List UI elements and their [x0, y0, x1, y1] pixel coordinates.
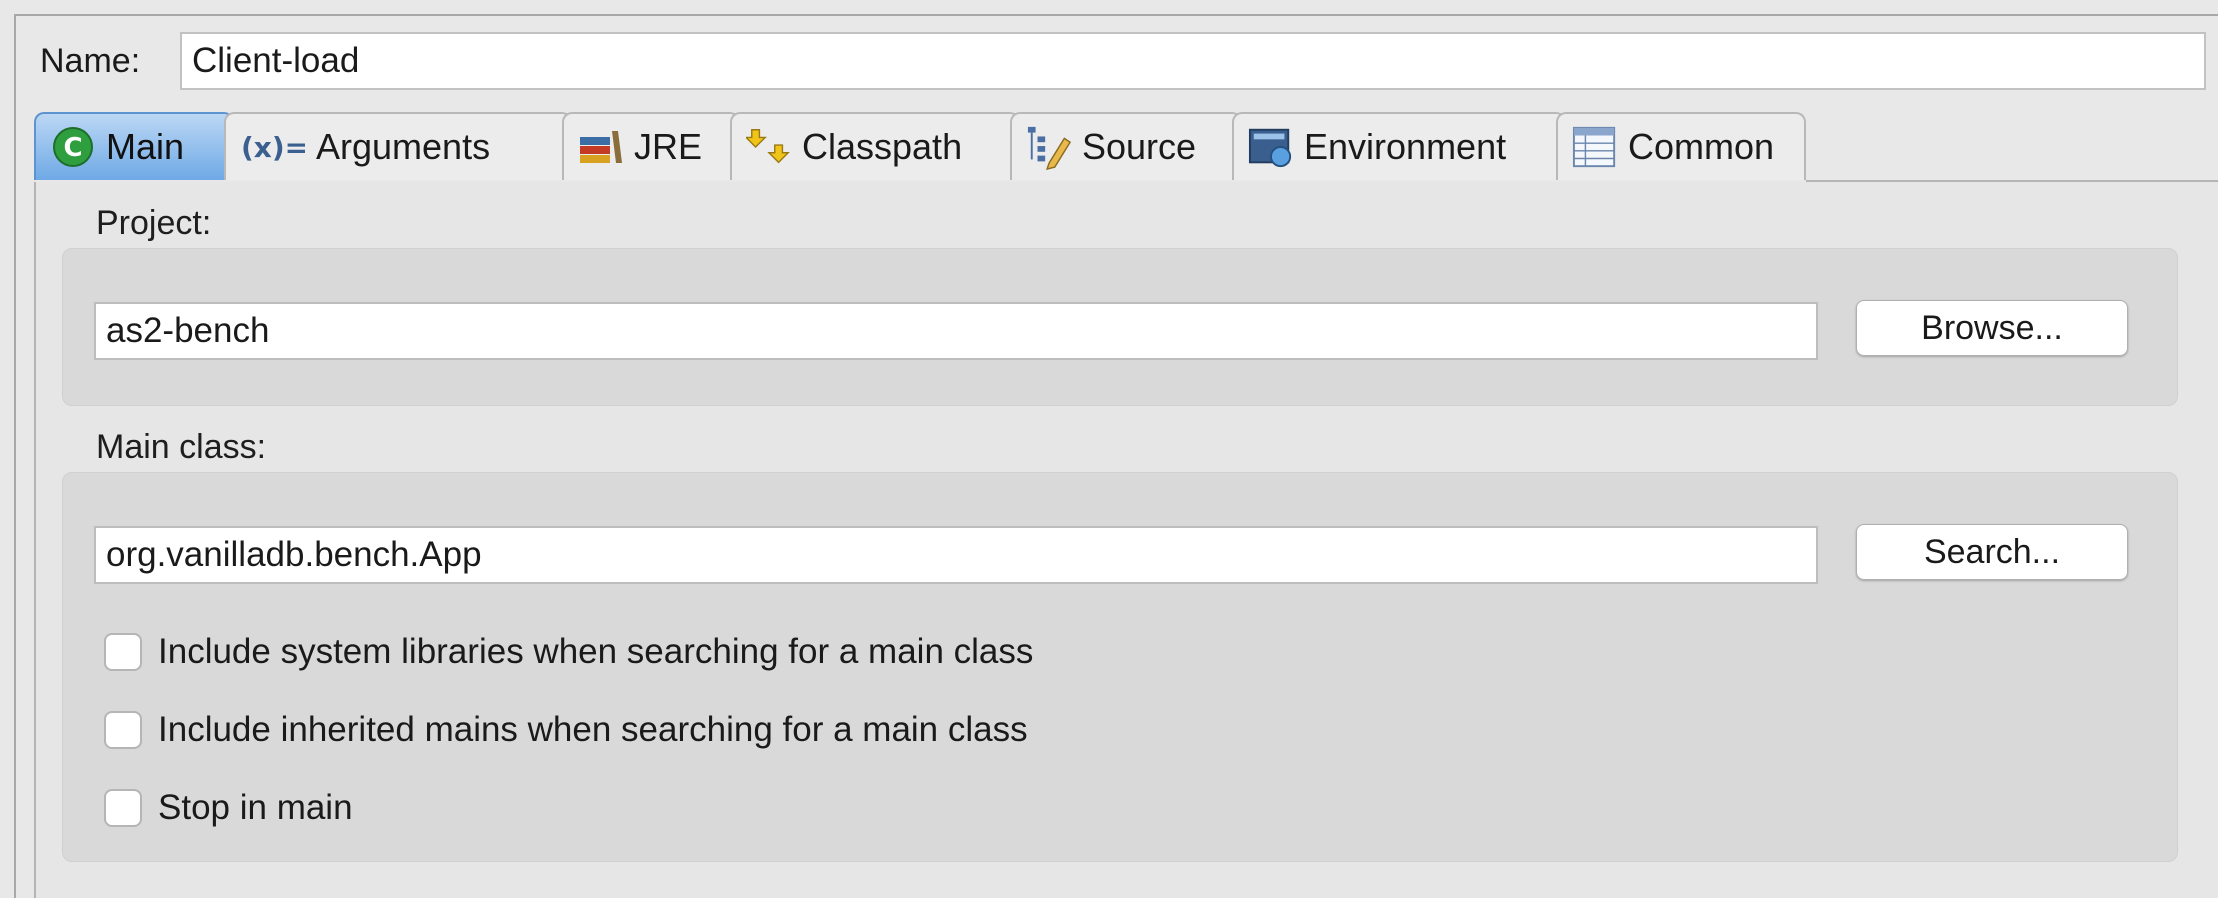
- tab-environment-label: Environment: [1304, 126, 1507, 167]
- jre-books-icon: [578, 124, 624, 170]
- stop-in-main-label: Stop in main: [158, 788, 353, 827]
- include-system-libraries-option[interactable]: Include system libraries when searching …: [104, 630, 1033, 674]
- tab-jre[interactable]: JRE: [562, 112, 740, 180]
- name-input[interactable]: [180, 32, 2206, 90]
- tab-classpath-label: Classpath: [802, 126, 963, 167]
- name-row: Name:: [40, 30, 180, 92]
- tab-arguments[interactable]: (x)= Arguments: [224, 112, 572, 180]
- tab-environment[interactable]: Environment: [1232, 112, 1566, 180]
- include-inherited-mains-checkbox[interactable]: [104, 711, 142, 749]
- tab-main-label: Main: [106, 126, 185, 167]
- search-button[interactable]: Search...: [1856, 524, 2128, 580]
- project-input[interactable]: [94, 302, 1818, 360]
- tab-common-label: Common: [1628, 126, 1775, 167]
- tab-source[interactable]: Source: [1010, 112, 1242, 180]
- main-c-icon: C: [50, 124, 96, 170]
- tab-jre-label: JRE: [634, 126, 703, 167]
- svg-text:C: C: [63, 133, 82, 163]
- tab-classpath[interactable]: Classpath: [730, 112, 1020, 180]
- svg-text:(x)=: (x)=: [241, 131, 305, 164]
- tab-common[interactable]: Common: [1556, 112, 1806, 180]
- main-class-input[interactable]: [94, 526, 1818, 584]
- tab-baseline: [1806, 180, 2218, 182]
- name-label: Name:: [40, 41, 141, 80]
- tab-strip: C Main (x)= Arguments JRE Classpath Sour…: [34, 112, 2218, 182]
- stop-in-main-checkbox[interactable]: [104, 789, 142, 827]
- tab-main[interactable]: C Main: [34, 112, 234, 180]
- tab-arguments-label: Arguments: [316, 126, 491, 167]
- stop-in-main-option[interactable]: Stop in main: [104, 786, 353, 830]
- include-system-libraries-label: Include system libraries when searching …: [158, 632, 1034, 671]
- environment-icon: [1248, 124, 1294, 170]
- include-inherited-mains-label: Include inherited mains when searching f…: [158, 710, 1028, 749]
- arguments-x-icon: (x)=: [240, 124, 306, 170]
- include-inherited-mains-option[interactable]: Include inherited mains when searching f…: [104, 708, 1028, 752]
- project-label: Project:: [96, 204, 212, 242]
- classpath-icon: [746, 124, 792, 170]
- browse-button[interactable]: Browse...: [1856, 300, 2128, 356]
- common-table-icon: [1572, 124, 1618, 170]
- source-tree-icon: [1026, 124, 1072, 170]
- include-system-libraries-checkbox[interactable]: [104, 633, 142, 671]
- main-class-label: Main class:: [96, 428, 267, 466]
- tab-source-label: Source: [1082, 126, 1197, 167]
